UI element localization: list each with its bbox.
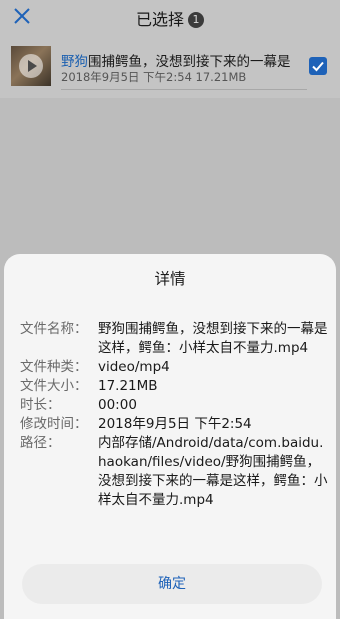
detail-label: 文件种类： — [20, 359, 88, 375]
divider — [61, 89, 307, 90]
dialog-title: 详情 — [154, 270, 186, 288]
detail-label: 修改时间： — [20, 416, 88, 432]
detail-row-path: 路径： 内部存储/Android/data/com.baidu.haokan/f… — [20, 434, 330, 510]
play-icon — [19, 54, 43, 78]
detail-label: 文件名称： — [20, 321, 88, 337]
detail-value: 野狗围捕鳄鱼，没想到接下来的一幕是这样，鳄鱼：小样太自不量力.mp4 — [98, 321, 328, 356]
detail-value: video/mp4 — [98, 359, 170, 375]
detail-label: 文件大小： — [20, 378, 88, 394]
selected-count-badge: 1 — [188, 12, 204, 28]
checkmark-icon — [312, 61, 324, 72]
detail-value: 17.21MB — [98, 378, 158, 394]
confirm-button[interactable]: 确定 — [22, 564, 322, 604]
title-label: 已选择 — [135, 10, 184, 29]
top-bar: 已选择 1 — [0, 0, 340, 34]
detail-value: 00:00 — [98, 397, 137, 413]
detail-row-filetype: 文件种类： video/mp4 — [20, 358, 330, 377]
file-meta: 2018年9月5日 下午2:54 17.21MB — [61, 70, 247, 84]
detail-label: 路径： — [20, 435, 61, 451]
page-title: 已选择 1 — [0, 6, 340, 30]
detail-row-duration: 时长： 00:00 — [20, 396, 330, 415]
video-thumbnail — [11, 46, 51, 86]
detail-value: 2018年9月5日 下午2:54 — [98, 416, 252, 432]
screen: 已选择 1 野狗围捕鳄鱼，没想到接下来的一幕是 2018年9月5日 下午2:54 … — [0, 0, 340, 619]
file-name-highlight: 野狗 — [61, 54, 88, 70]
detail-value: 内部存储/Android/data/com.baidu.haokan/files… — [98, 435, 328, 508]
file-name-rest: 围捕鳄鱼，没想到接下来的一幕是 — [88, 54, 291, 70]
details-dialog: 详情 文件名称： 野狗围捕鳄鱼，没想到接下来的一幕是这样，鳄鱼：小样太自不量力.… — [4, 254, 336, 619]
detail-row-filesize: 文件大小： 17.21MB — [20, 377, 330, 396]
file-name: 野狗围捕鳄鱼，没想到接下来的一幕是 — [61, 50, 305, 70]
detail-label: 时长： — [20, 397, 61, 413]
file-checkbox[interactable] — [309, 57, 327, 75]
details-list: 文件名称： 野狗围捕鳄鱼，没想到接下来的一幕是这样，鳄鱼：小样太自不量力.mp4… — [20, 320, 330, 510]
detail-row-modified: 修改时间： 2018年9月5日 下午2:54 — [20, 415, 330, 434]
detail-row-filename: 文件名称： 野狗围捕鳄鱼，没想到接下来的一幕是这样，鳄鱼：小样太自不量力.mp4 — [20, 320, 330, 358]
file-row[interactable]: 野狗围捕鳄鱼，没想到接下来的一幕是 2018年9月5日 下午2:54 17.21… — [0, 34, 340, 98]
